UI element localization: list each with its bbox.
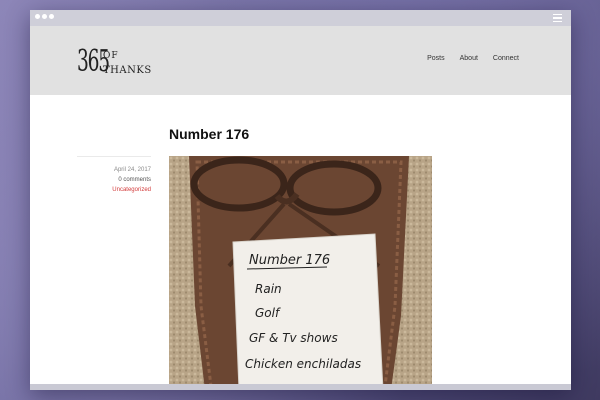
note-line: Rain: [255, 282, 282, 296]
post-photo: Number 176 Rain Golf GF & Tv shows Chick…: [169, 156, 432, 390]
window-dot-icon[interactable]: [35, 14, 40, 19]
browser-window: 365 OF THANKS Posts About Connect Number…: [30, 10, 571, 390]
hamburger-menu-icon[interactable]: [553, 14, 562, 22]
note-photo-illustration: Number 176 Rain Golf GF & Tv shows Chick…: [169, 156, 432, 390]
logo-number: 365: [77, 44, 110, 79]
window-titlebar: [30, 10, 571, 26]
post-comments-link[interactable]: 0 comments: [77, 175, 151, 185]
note-line: Chicken enchiladas: [245, 357, 361, 371]
post-category-link[interactable]: Uncategorized: [77, 185, 151, 195]
site-header: 365 OF THANKS Posts About Connect: [30, 26, 571, 95]
note-line: Number 176: [249, 253, 330, 268]
main-nav: Posts About Connect: [427, 55, 519, 62]
nav-connect-link[interactable]: Connect: [493, 55, 519, 62]
window-dot-icon[interactable]: [42, 14, 47, 19]
logo-of: OF: [103, 51, 119, 61]
post-meta: April 24, 2017 0 comments Uncategorized: [77, 156, 151, 195]
note-line: GF & Tv shows: [249, 331, 338, 345]
window-dot-icon[interactable]: [49, 14, 54, 19]
post-date[interactable]: April 24, 2017: [77, 165, 151, 175]
nav-posts-link[interactable]: Posts: [427, 55, 445, 62]
nav-about-link[interactable]: About: [460, 55, 478, 62]
post-title[interactable]: Number 176: [169, 126, 249, 142]
note-line: Golf: [255, 306, 281, 320]
main-content: Number 176 April 24, 2017 0 comments Unc…: [30, 95, 571, 390]
window-controls[interactable]: [35, 14, 54, 19]
site-logo[interactable]: 365 OF THANKS: [77, 42, 151, 82]
logo-thanks: THANKS: [103, 65, 152, 76]
window-bottom-bar: [30, 384, 571, 390]
